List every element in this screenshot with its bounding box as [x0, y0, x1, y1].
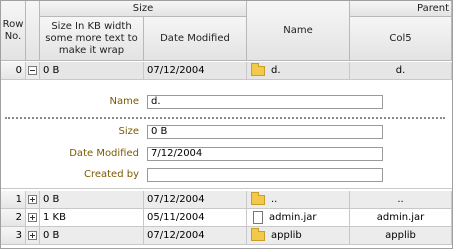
name-label: Name	[109, 96, 139, 107]
expand-column-header	[26, 1, 40, 61]
size-cell[interactable]: 0 B	[40, 191, 144, 209]
size-cell[interactable]: 0 B	[40, 62, 144, 80]
name-field[interactable]: d.	[147, 95, 383, 109]
collapse-icon	[28, 66, 37, 75]
folder-icon	[251, 191, 265, 205]
size-field[interactable]: 0 B	[147, 125, 383, 139]
col5-header[interactable]: Col5	[350, 17, 452, 61]
detail-divider	[5, 117, 445, 119]
col5-cell[interactable]: d.	[350, 62, 452, 80]
file-icon	[253, 211, 263, 224]
row-number-header[interactable]: Row No.	[1, 1, 26, 61]
date-modified-field[interactable]: 7/12/2004	[147, 147, 383, 161]
row-number: 1	[15, 194, 22, 205]
parent-group-header[interactable]: Parent	[350, 1, 452, 17]
col5-value: applib	[385, 230, 416, 241]
size-value: 0 B	[43, 65, 60, 76]
row-number-cell[interactable]: 0	[1, 62, 26, 80]
size-group-header[interactable]: Size	[40, 1, 247, 17]
date-value: 07/12/2004	[147, 230, 205, 241]
name-header[interactable]: Name	[247, 1, 350, 61]
col5-header-label: Col5	[389, 32, 412, 44]
date-cell[interactable]: 07/12/2004	[144, 62, 247, 80]
expand-toggle[interactable]	[26, 227, 40, 245]
name-value: applib	[271, 230, 302, 241]
folder-icon	[251, 227, 265, 241]
collapse-toggle[interactable]	[26, 62, 40, 80]
row-number-header-label: Row No.	[2, 18, 24, 42]
size-cell[interactable]: 1 KB	[40, 209, 144, 227]
row-number-cell[interactable]: 1	[1, 191, 26, 209]
name-cell[interactable]: admin.jar	[247, 209, 350, 227]
date-cell[interactable]: 07/12/2004	[144, 227, 247, 245]
date-cell[interactable]: 05/11/2004	[144, 209, 247, 227]
size-label: Size	[118, 126, 139, 137]
data-grid: Row No. Size Size In KB width some more …	[0, 0, 453, 249]
date-modified-header[interactable]: Date Modified	[144, 17, 247, 61]
date-modified-header-label: Date Modified	[160, 32, 230, 44]
name-cell[interactable]: applib	[247, 227, 350, 245]
created-by-label: Created by	[83, 169, 139, 180]
col5-cell[interactable]: ..	[350, 191, 452, 209]
col5-value: d.	[395, 65, 406, 76]
date-modified-label: Date Modified	[69, 148, 139, 159]
parent-group-header-label: Parent	[416, 2, 449, 14]
date-cell[interactable]: 07/12/2004	[144, 191, 247, 209]
name-header-label: Name	[283, 24, 313, 36]
row-detail-panel: Name d. Size 0 B Date Modified 7/12/2004…	[1, 82, 452, 189]
row-number: 2	[15, 212, 22, 223]
size-cell[interactable]: 0 B	[40, 227, 144, 245]
row-number-cell[interactable]: 3	[1, 227, 26, 245]
name-value: ..	[271, 194, 278, 205]
row-number: 0	[15, 65, 22, 76]
col5-value: ..	[397, 194, 404, 205]
name-value: d.	[271, 65, 281, 76]
row-number-cell[interactable]: 2	[1, 209, 26, 227]
date-value: 07/12/2004	[147, 194, 205, 205]
size-value: 1 KB	[43, 212, 66, 223]
size-kb-header[interactable]: Size In KB width some more text to make …	[40, 17, 144, 61]
row-number: 3	[15, 230, 22, 241]
expand-icon	[28, 231, 37, 240]
folder-icon	[251, 62, 265, 76]
col5-cell[interactable]: admin.jar	[350, 209, 452, 227]
col5-cell[interactable]: applib	[350, 227, 452, 245]
date-value: 05/11/2004	[147, 212, 205, 223]
name-cell[interactable]: d.	[247, 62, 350, 80]
name-value: admin.jar	[269, 212, 317, 223]
date-value: 07/12/2004	[147, 65, 205, 76]
size-value: 0 B	[43, 230, 60, 241]
name-cell[interactable]: ..	[247, 191, 350, 209]
expand-icon	[28, 213, 37, 222]
created-by-field[interactable]	[147, 168, 383, 182]
expand-toggle[interactable]	[26, 209, 40, 227]
expand-toggle[interactable]	[26, 191, 40, 209]
size-value: 0 B	[43, 194, 60, 205]
size-group-header-label: Size	[132, 2, 154, 14]
col5-value: admin.jar	[376, 212, 425, 223]
size-kb-header-label: Size In KB width some more text to make …	[45, 20, 138, 56]
expand-icon	[28, 195, 37, 204]
